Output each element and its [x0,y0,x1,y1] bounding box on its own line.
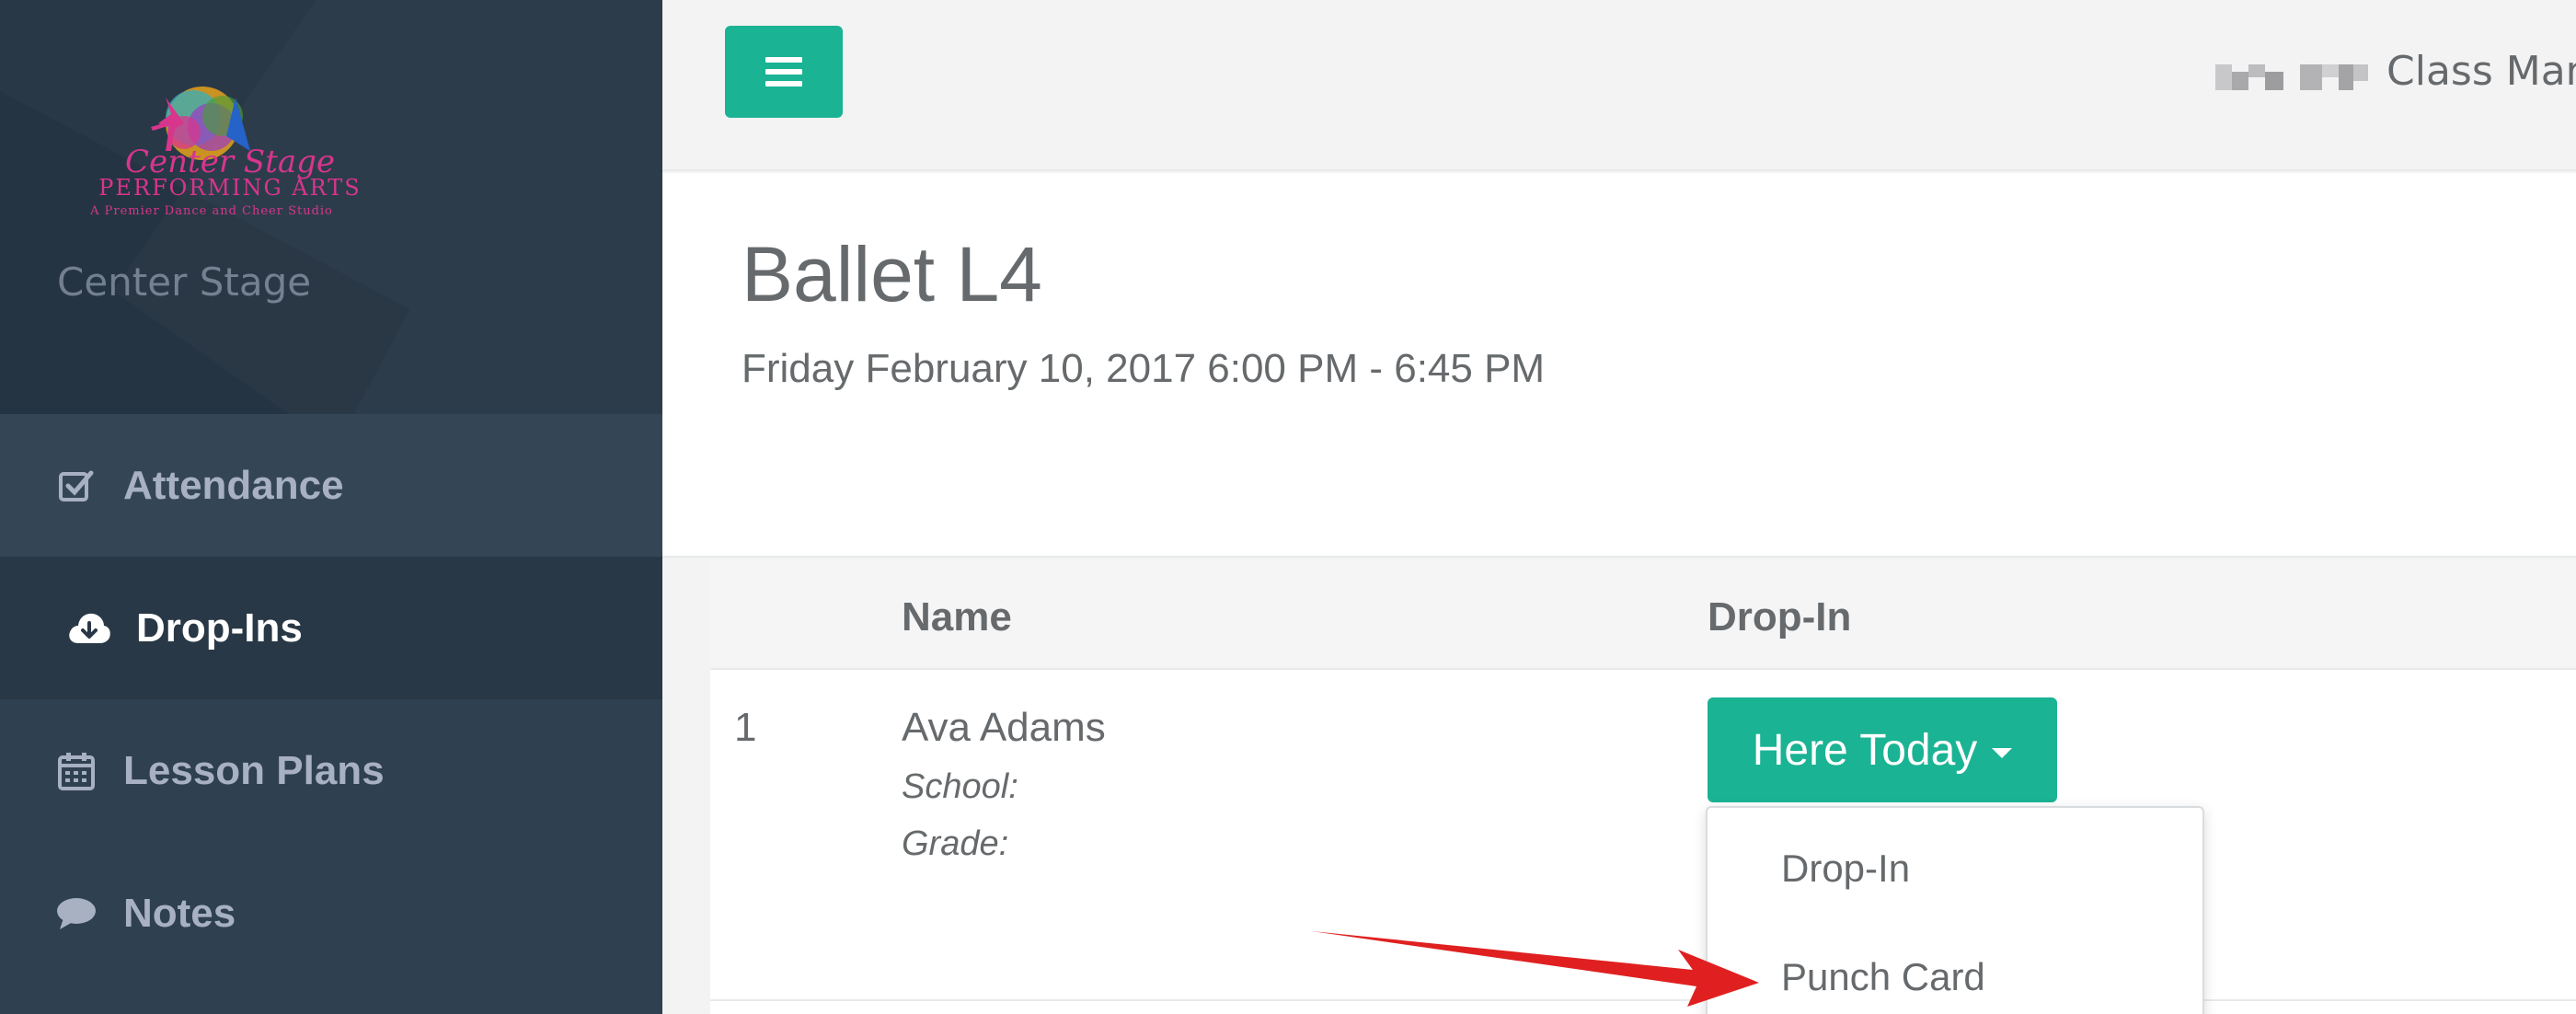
menu-item-drop-in[interactable]: Drop-In [1781,847,1910,891]
check-square-icon [53,463,99,509]
class-datetime: Friday February 10, 2017 6:00 PM - 6:45 … [742,346,1546,391]
hamburger-icon [765,57,802,86]
redacted-text [2215,61,2283,94]
column-header-drop-in: Drop-In [1708,594,1852,640]
sidebar-header: Center Stage PERFORMING ARTS A Premier D… [0,0,662,414]
caret-down-icon [1992,747,2013,758]
sidebar-item-label: Attendance [123,462,344,508]
here-today-label: Here Today [1752,725,1978,775]
cloud-download-icon [66,605,112,651]
annotation-arrow-icon [1312,931,1759,1007]
class-title: Ballet L4 [742,231,1042,317]
student-grade: Grade: [902,824,1009,863]
organization-name: Center Stage [57,259,312,305]
calendar-icon [53,748,99,794]
table-header-row: Name Drop-In [710,559,2576,670]
sidebar-item-lesson-plans[interactable]: Lesson Plans [0,699,662,842]
sidebar-item-label: Lesson Plans [123,747,385,793]
student-name: Ava Adams [902,705,1106,750]
class-header: Ballet L4 Friday February 10, 2017 6:00 … [662,173,2576,558]
logo-tagline: A Premier Dance and Cheer Studio [90,204,333,218]
studio-logo[interactable]: Center Stage PERFORMING ARTS A Premier D… [55,79,368,226]
sidebar-item-label: Notes [123,890,236,936]
sidebar-item-drop-ins[interactable]: Drop-Ins [0,557,662,699]
menu-item-punch-card[interactable]: Punch Card [1781,955,1985,999]
logo-subtitle: PERFORMING ARTS [98,175,362,201]
student-school: School: [902,767,1018,806]
here-today-dropdown-button[interactable]: Here Today [1708,697,2057,802]
column-header-name: Name [902,594,1012,640]
sidebar-item-attendance[interactable]: Attendance [0,414,662,557]
top-navbar: Class Man [662,0,2576,171]
sidebar-item-label: Drop-Ins [136,605,303,651]
comment-icon [53,891,99,937]
row-number: 1 [734,705,757,750]
sidebar: Center Stage PERFORMING ARTS A Premier D… [0,0,662,1014]
menu-toggle-button[interactable] [725,26,843,118]
sidebar-item-notes[interactable]: Notes [0,842,662,985]
app-title: Class Man [2386,48,2576,95]
redacted-text [2300,61,2368,94]
